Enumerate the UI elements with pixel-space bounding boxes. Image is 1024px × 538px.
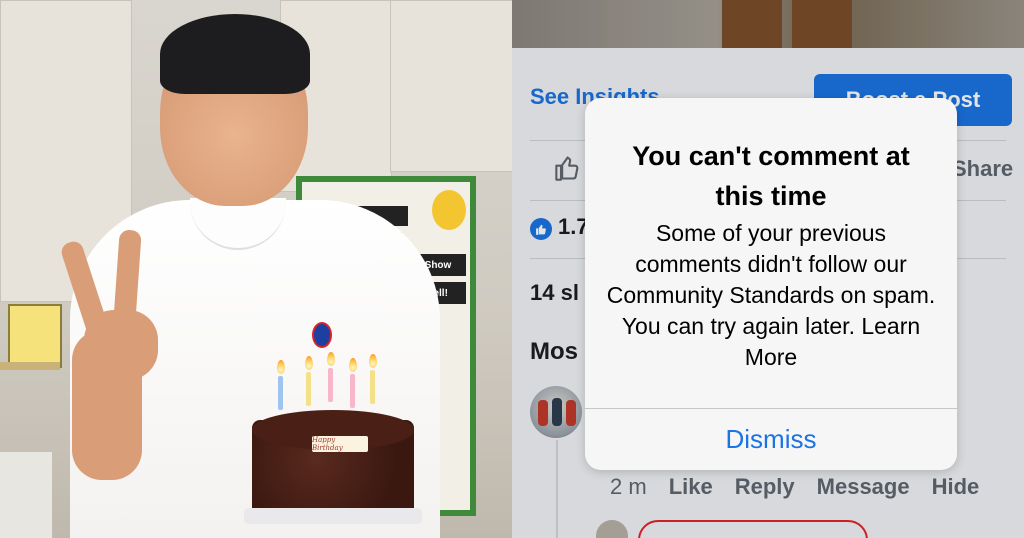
candle xyxy=(350,374,355,408)
candle xyxy=(328,368,333,402)
birthday-photo: racter ion Show Tell! Happy Birthday xyxy=(0,0,512,538)
dialog-message: Some of your previous comments didn't fo… xyxy=(606,220,936,370)
candle-flame xyxy=(327,352,335,366)
shirt-logo xyxy=(312,322,332,348)
cabinet-right xyxy=(390,0,512,172)
candle xyxy=(370,370,375,404)
wall-poster xyxy=(8,304,62,368)
person-hand xyxy=(84,310,158,380)
cake-label: Happy Birthday xyxy=(312,436,368,452)
dialog-title: You can't comment at this time xyxy=(632,141,910,211)
shelf xyxy=(0,362,60,370)
candle-flame xyxy=(369,354,377,368)
dismiss-button[interactable]: Dismiss xyxy=(585,409,957,470)
facebook-post-screen: See Insights Boost a Post Share 1.7 14 s… xyxy=(512,0,1024,538)
candle xyxy=(278,376,283,410)
cake-plate xyxy=(244,508,422,524)
bee-sticker xyxy=(432,190,466,230)
candle-flame xyxy=(349,358,357,372)
side-table xyxy=(0,452,52,538)
candle-flame xyxy=(305,356,313,370)
person-hair xyxy=(160,14,310,94)
candle-flame xyxy=(277,360,285,374)
cannot-comment-dialog: You can't comment at this time Some of y… xyxy=(585,98,957,470)
candle xyxy=(306,372,311,406)
